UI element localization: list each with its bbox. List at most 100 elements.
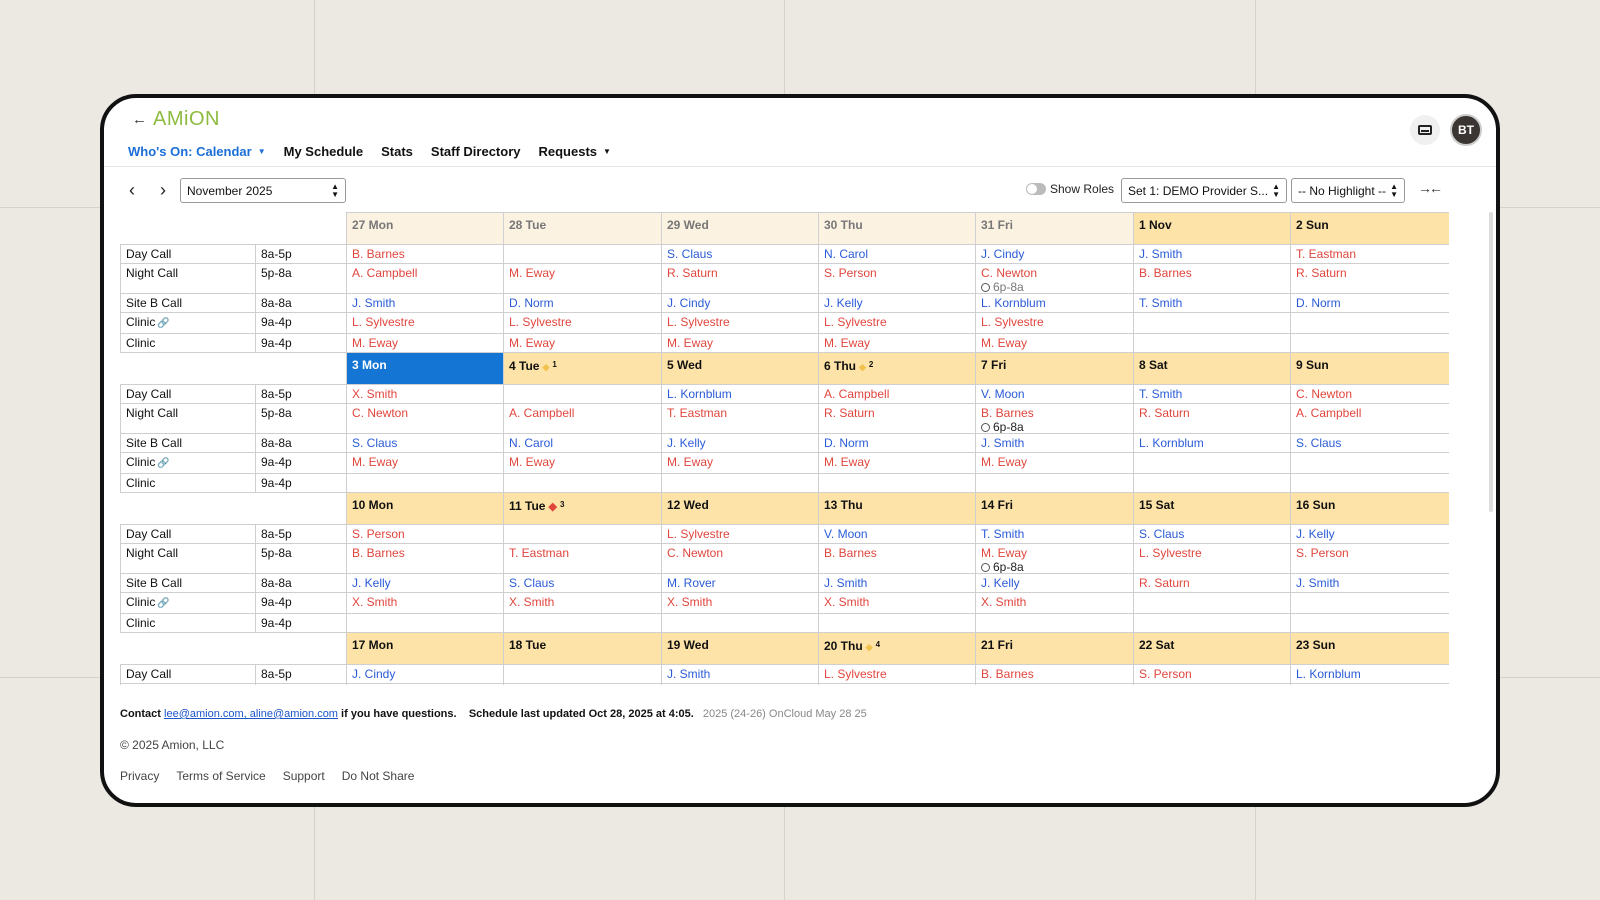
- provider-name[interactable]: X. Smith: [352, 595, 397, 609]
- day-header[interactable]: 19 Wed: [661, 632, 819, 665]
- provider-name[interactable]: M. Eway: [824, 336, 870, 350]
- assignment-cell[interactable]: [1290, 592, 1449, 614]
- assignment-cell[interactable]: T. Smith: [1133, 293, 1291, 313]
- assignment-cell[interactable]: D. Norm: [1290, 293, 1449, 313]
- day-header[interactable]: 28 Tue: [503, 212, 662, 245]
- assignment-cell[interactable]: [1133, 333, 1291, 353]
- provider-name[interactable]: R. Saturn: [667, 266, 718, 280]
- provider-name[interactable]: J. Kelly: [981, 576, 1020, 590]
- provider-name[interactable]: A. Campbell: [509, 406, 574, 420]
- collapse-arrows-icon[interactable]: →←: [1418, 180, 1443, 196]
- assignment-cell[interactable]: R. Saturn: [975, 683, 1134, 685]
- assignment-cell[interactable]: M. Eway: [346, 452, 504, 474]
- assignment-cell[interactable]: J. Cindy: [661, 293, 819, 313]
- provider-name[interactable]: L. Kornblum: [1139, 436, 1204, 450]
- provider-name[interactable]: B. Barnes: [981, 667, 1034, 681]
- provider-name[interactable]: J. Cindy: [981, 247, 1024, 261]
- assignment-cell[interactable]: [975, 613, 1134, 633]
- day-header[interactable]: 29 Wed: [661, 212, 819, 245]
- provider-name[interactable]: M. Eway: [981, 546, 1027, 560]
- assignment-cell[interactable]: J. Kelly: [661, 433, 819, 453]
- provider-name[interactable]: M. Eway: [667, 455, 713, 469]
- user-avatar[interactable]: BT: [1450, 114, 1482, 146]
- assignment-cell[interactable]: [503, 524, 662, 544]
- assignment-cell[interactable]: M. Eway: [661, 452, 819, 474]
- assignment-cell[interactable]: A. Campbell: [1290, 403, 1449, 434]
- provider-name[interactable]: L. Sylvestre: [824, 667, 887, 681]
- assignment-cell[interactable]: J. Smith: [1290, 573, 1449, 593]
- provider-name[interactable]: N. Carol: [509, 436, 553, 450]
- provider-name[interactable]: S. Person: [352, 527, 405, 541]
- assignment-cell[interactable]: J. Smith: [975, 433, 1134, 453]
- assignment-cell[interactable]: R. Saturn: [1290, 263, 1449, 294]
- next-month-button[interactable]: ›: [153, 178, 173, 202]
- provider-name[interactable]: C. Newton: [352, 406, 408, 420]
- provider-name[interactable]: C. Newton: [667, 546, 723, 560]
- assignment-cell[interactable]: L. Kornblum: [1290, 664, 1449, 684]
- nav-my-schedule[interactable]: My Schedule: [284, 144, 363, 159]
- assignment-cell[interactable]: [346, 613, 504, 633]
- assignment-cell[interactable]: R. Saturn: [661, 263, 819, 294]
- highlight-select[interactable]: -- No Highlight -- ▲ ▼: [1291, 178, 1405, 203]
- provider-name[interactable]: M. Eway: [981, 336, 1027, 350]
- assignment-cell[interactable]: J. Smith: [818, 573, 976, 593]
- assignment-cell[interactable]: S. Person: [1290, 543, 1449, 574]
- provider-name[interactable]: X. Smith: [667, 595, 712, 609]
- provider-name[interactable]: J. Smith: [352, 296, 395, 310]
- provider-name[interactable]: D. Norm: [509, 296, 554, 310]
- provider-name[interactable]: X. Smith: [981, 595, 1026, 609]
- provider-name[interactable]: L. Sylvestre: [1139, 546, 1202, 560]
- provider-name[interactable]: J. Kelly: [352, 576, 391, 590]
- show-roles-toggle[interactable]: Show Roles: [1026, 182, 1114, 196]
- day-header[interactable]: 11 Tue ◆ 3: [503, 492, 662, 525]
- day-header[interactable]: 7 Fri: [975, 352, 1134, 385]
- assignment-cell[interactable]: [1133, 452, 1291, 474]
- assignment-cell[interactable]: [503, 473, 662, 493]
- provider-name[interactable]: X. Smith: [824, 595, 869, 609]
- provider-name[interactable]: L. Sylvestre: [981, 315, 1044, 329]
- day-header[interactable]: 30 Thu: [818, 212, 976, 245]
- day-header[interactable]: 14 Fri: [975, 492, 1134, 525]
- provider-name[interactable]: M. Eway: [352, 455, 398, 469]
- assignment-cell[interactable]: [503, 664, 662, 684]
- assignment-cell[interactable]: [1290, 333, 1449, 353]
- assignment-cell[interactable]: [1290, 452, 1449, 474]
- assignment-cell[interactable]: X. Smith: [503, 592, 662, 614]
- provider-name[interactable]: J. Kelly: [1296, 527, 1335, 541]
- amion-logo[interactable]: AMiON: [153, 108, 220, 131]
- day-header[interactable]: 27 Mon: [346, 212, 504, 245]
- assignment-cell[interactable]: J. Kelly: [818, 293, 976, 313]
- provider-name[interactable]: M. Eway: [352, 336, 398, 350]
- assignment-cell[interactable]: L. Sylvestre: [661, 312, 819, 334]
- assignment-cell[interactable]: M. Rover: [661, 573, 819, 593]
- assignment-cell[interactable]: C. Newton 6p-8a: [975, 263, 1134, 294]
- provider-name[interactable]: T. Smith: [981, 527, 1024, 541]
- provider-name[interactable]: L. Sylvestre: [509, 315, 572, 329]
- provider-name[interactable]: J. Smith: [667, 667, 710, 681]
- provider-name[interactable]: B. Barnes: [1139, 266, 1192, 280]
- assignment-cell[interactable]: R. Saturn: [818, 403, 976, 434]
- day-header[interactable]: 17 Mon: [346, 632, 504, 665]
- day-header[interactable]: 3 Mon: [346, 352, 504, 385]
- assignment-cell[interactable]: B. Barnes 6p-8a: [975, 403, 1134, 434]
- provider-name[interactable]: M. Eway: [667, 336, 713, 350]
- assignment-cell[interactable]: B. Barnes: [1133, 263, 1291, 294]
- provider-name[interactable]: T. Smith: [1139, 296, 1182, 310]
- assignment-cell[interactable]: [503, 384, 662, 404]
- provider-name[interactable]: J. Smith: [981, 436, 1024, 450]
- provider-name[interactable]: M. Eway: [824, 455, 870, 469]
- assignment-cell[interactable]: L. Sylvestre: [503, 312, 662, 334]
- provider-name[interactable]: B. Barnes: [352, 247, 405, 261]
- assignment-cell[interactable]: T. Eastman: [661, 403, 819, 434]
- provider-name[interactable]: M. Eway: [981, 455, 1027, 469]
- provider-name[interactable]: J. Kelly: [667, 436, 706, 450]
- assignment-cell[interactable]: T. Smith: [975, 524, 1134, 544]
- provider-name[interactable]: L. Sylvestre: [667, 527, 730, 541]
- pager-button[interactable]: [1410, 115, 1440, 145]
- assignment-cell[interactable]: M. Eway: [661, 333, 819, 353]
- assignment-cell[interactable]: J. Kelly: [975, 573, 1134, 593]
- provider-name[interactable]: C. Newton: [1296, 387, 1352, 401]
- assignment-cell[interactable]: [1133, 473, 1291, 493]
- day-header[interactable]: 9 Sun: [1290, 352, 1449, 385]
- provider-name[interactable]: J. Smith: [1139, 247, 1182, 261]
